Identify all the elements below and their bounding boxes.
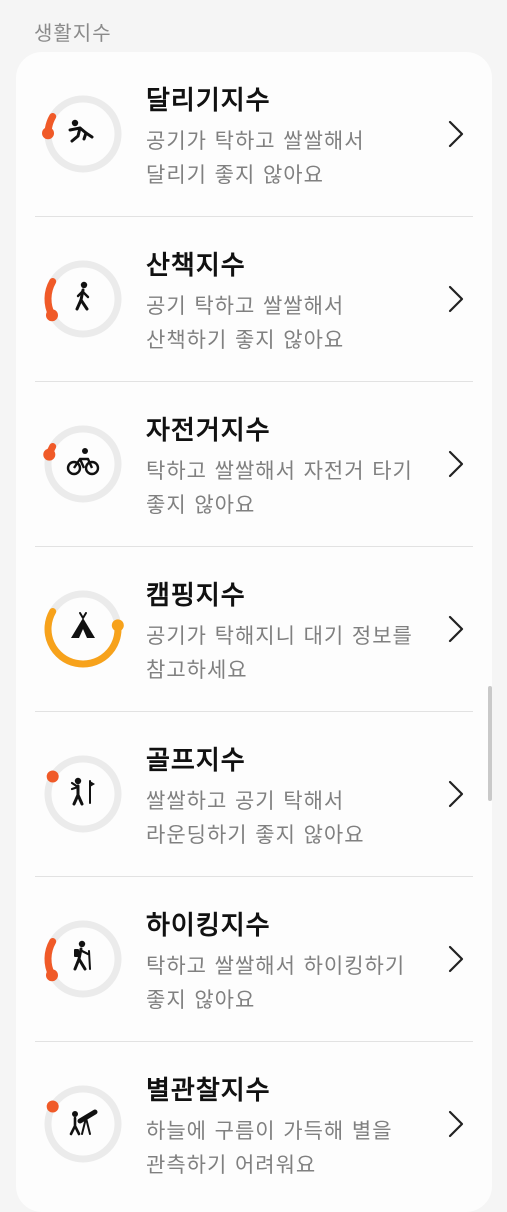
- gauge: [42, 753, 124, 835]
- list-item-camping[interactable]: 캠핑지수 공기가 탁해지니 대기 정보를 참고하세요: [16, 547, 492, 712]
- hiking-icon: [73, 940, 91, 971]
- gauge: [42, 93, 124, 175]
- item-description: 탁하고 쌀쌀해서 자전거 타기 좋지 않아요: [146, 459, 413, 517]
- chevron-right-icon: [448, 615, 464, 643]
- chevron-right-icon: [448, 1110, 464, 1138]
- running-person-icon: [68, 119, 94, 143]
- item-description: 공기 탁하고 쌀쌀해서 산책하기 좋지 않아요: [146, 294, 345, 352]
- item-title: 별관찰지수: [146, 1076, 271, 1106]
- gauge: [42, 588, 124, 670]
- item-title: 골프지수: [146, 746, 246, 776]
- list-item-running[interactable]: 달리기지수 공기가 탁하고 쌀쌀해서 달리기 좋지 않아요: [16, 52, 492, 217]
- section-title: 생활지수: [34, 21, 112, 45]
- item-title: 자전거지수: [146, 416, 271, 446]
- gauge: [42, 1083, 124, 1165]
- list-item-golf[interactable]: 골프지수 쌀쌀하고 공기 탁해서 라운딩하기 좋지 않아요: [16, 712, 492, 877]
- list-item-walking[interactable]: 산책지수 공기 탁하고 쌀쌀해서 산책하기 좋지 않아요: [16, 217, 492, 382]
- gauge: [42, 918, 124, 1000]
- item-title: 산책지수: [146, 251, 246, 281]
- gauge: [42, 423, 124, 505]
- scrollbar[interactable]: [488, 686, 492, 801]
- item-title: 달리기지수: [146, 86, 271, 116]
- chevron-right-icon: [448, 285, 464, 313]
- item-title: 캠핑지수: [146, 581, 246, 611]
- list-item-stargazing[interactable]: 별관찰지수 하늘에 구름이 가득해 별을 관측하기 어려워요: [16, 1042, 492, 1207]
- telescope-icon: [69, 1109, 98, 1136]
- item-title: 하이킹지수: [146, 911, 271, 941]
- chevron-right-icon: [448, 450, 464, 478]
- item-description: 공기가 탁하고 쌀쌀해서 달리기 좋지 않아요: [146, 129, 365, 187]
- item-description: 탁하고 쌀쌀해서 하이킹하기 좋지 않아요: [146, 954, 406, 1012]
- gauge: [42, 258, 124, 340]
- golf-icon: [70, 777, 95, 806]
- chevron-right-icon: [448, 945, 464, 973]
- walking-person-icon: [75, 281, 90, 311]
- list-item-cycling[interactable]: 자전거지수 탁하고 쌀쌀해서 자전거 타기 좋지 않아요: [16, 382, 492, 547]
- item-description: 쌀쌀하고 공기 탁해서 라운딩하기 좋지 않아요: [146, 789, 365, 847]
- bicycle-icon: [66, 448, 100, 476]
- life-index-card: 달리기지수 공기가 탁하고 쌀쌀해서 달리기 좋지 않아요 산책지수 공기 탁하…: [16, 52, 492, 1212]
- tent-icon: [71, 612, 95, 638]
- chevron-right-icon: [448, 120, 464, 148]
- chevron-right-icon: [448, 780, 464, 808]
- item-description: 공기가 탁해지니 대기 정보를 참고하세요: [146, 624, 413, 682]
- item-description: 하늘에 구름이 가득해 별을 관측하기 어려워요: [146, 1119, 393, 1177]
- list-item-hiking[interactable]: 하이킹지수 탁하고 쌀쌀해서 하이킹하기 좋지 않아요: [16, 877, 492, 1042]
